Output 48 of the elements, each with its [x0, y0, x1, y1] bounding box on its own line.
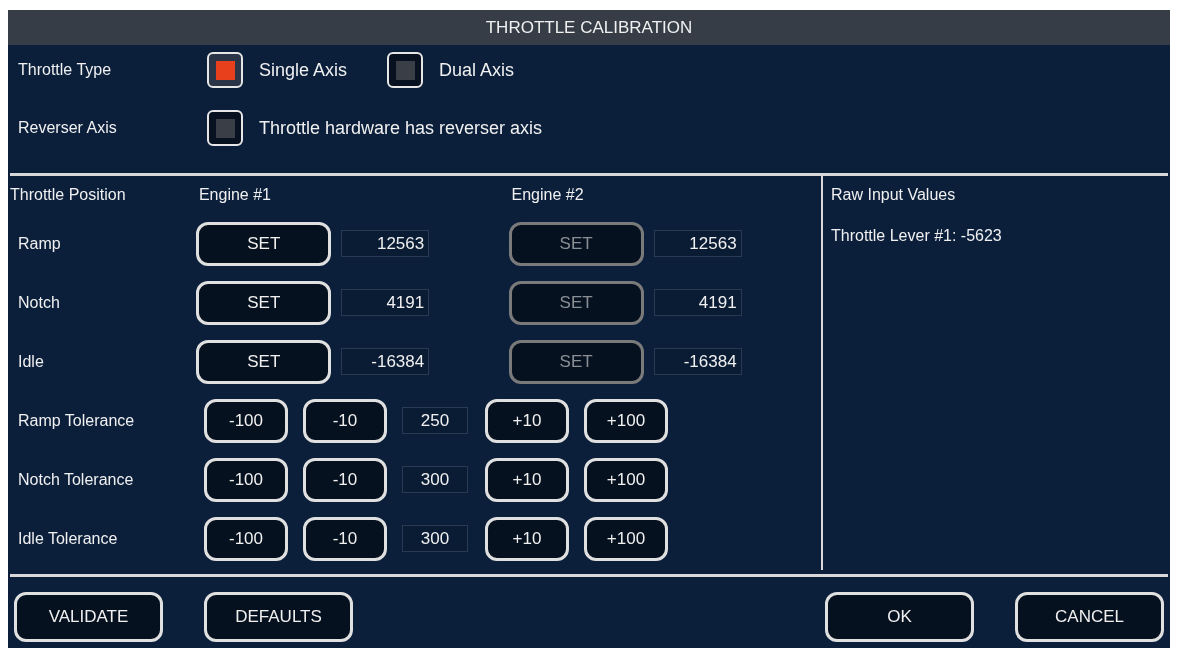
- row-label: Ramp: [17, 233, 62, 254]
- footer-button[interactable]: DEFAULTS: [204, 592, 353, 642]
- set-button[interactable]: SET: [196, 221, 332, 266]
- value-field: 300: [402, 525, 468, 552]
- step-button[interactable]: +10: [485, 457, 569, 502]
- checkbox[interactable]: [387, 52, 424, 88]
- step-button[interactable]: -10: [303, 457, 387, 502]
- step-button[interactable]: -100: [204, 516, 288, 561]
- step-button[interactable]: +10: [485, 516, 569, 561]
- value-field: 4191: [341, 289, 430, 316]
- row-label: Notch: [17, 292, 61, 313]
- value-field: 12563: [341, 230, 430, 257]
- value-field: 4191: [653, 289, 742, 316]
- footer-button[interactable]: CANCEL: [1015, 592, 1164, 642]
- step-button[interactable]: +100: [584, 457, 668, 502]
- row-label: Notch Tolerance: [17, 469, 135, 490]
- row-label: Ramp Tolerance: [17, 410, 136, 431]
- value-field: 250: [402, 407, 468, 434]
- step-button[interactable]: -100: [204, 457, 288, 502]
- value-field: 12563: [653, 230, 742, 257]
- value-field: -16384: [341, 348, 430, 375]
- checkbox[interactable]: [207, 52, 243, 88]
- step-button[interactable]: -10: [303, 398, 387, 443]
- step-button[interactable]: +100: [584, 516, 668, 561]
- column-heading: Engine #1: [197, 185, 272, 205]
- checkbox[interactable]: [207, 110, 243, 146]
- raw-input-value: Throttle Lever #1: -5623: [831, 226, 1003, 246]
- set-button[interactable]: SET: [196, 280, 332, 325]
- option-label: Single Axis: [259, 58, 348, 82]
- step-button[interactable]: -100: [204, 398, 288, 443]
- column-heading: Engine #2: [510, 185, 585, 205]
- column-heading: Throttle Position: [9, 185, 127, 205]
- row-label: Throttle Type: [17, 60, 113, 80]
- value-field: -16384: [653, 348, 742, 375]
- column-heading: Raw Input Values: [831, 185, 956, 205]
- step-button[interactable]: +10: [485, 398, 569, 443]
- option-label: Throttle hardware has reverser axis: [259, 116, 543, 140]
- row-label: Reverser Axis: [17, 118, 118, 138]
- step-button[interactable]: -10: [303, 516, 387, 561]
- row-label: Idle Tolerance: [17, 528, 119, 549]
- set-button[interactable]: SET: [196, 339, 332, 384]
- option-label: Dual Axis: [439, 58, 515, 82]
- step-button[interactable]: +100: [584, 398, 668, 443]
- row-label: Idle: [17, 351, 45, 372]
- footer-button[interactable]: OK: [825, 592, 974, 642]
- footer-button[interactable]: VALIDATE: [14, 592, 163, 642]
- window-title: THROTTLE CALIBRATION: [485, 16, 693, 39]
- value-field: 300: [402, 466, 468, 493]
